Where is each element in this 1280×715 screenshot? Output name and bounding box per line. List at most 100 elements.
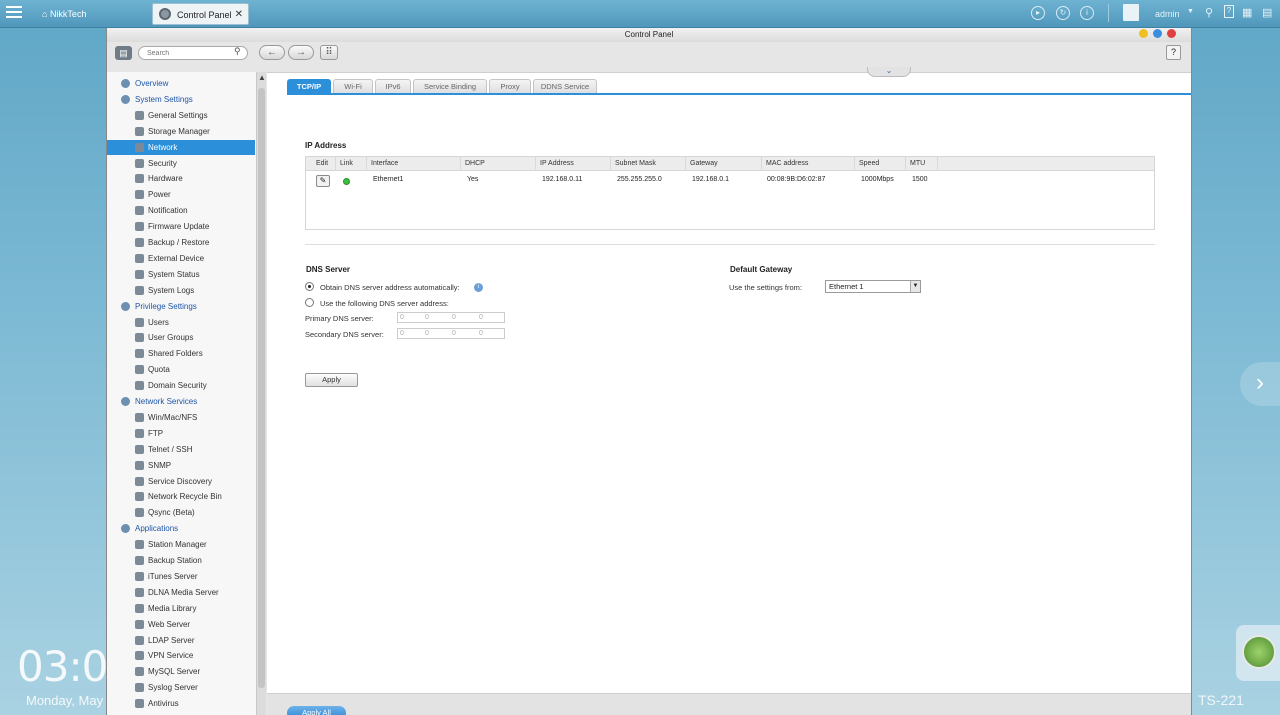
dns-manual-radio[interactable] bbox=[305, 298, 314, 307]
scrollbar-thumb[interactable] bbox=[258, 88, 265, 688]
sidebar-item-general-settings[interactable]: General Settings bbox=[107, 108, 255, 123]
column-header-mtu[interactable]: MTU bbox=[908, 157, 938, 171]
sidebar-item-ftp[interactable]: FTP bbox=[107, 426, 255, 441]
sidebar-item-firmware-update[interactable]: Firmware Update bbox=[107, 219, 255, 234]
column-header-ip-address[interactable]: IP Address bbox=[538, 157, 611, 171]
cell-mac-address: 00:08:9B:D6:02:87 bbox=[767, 176, 826, 183]
gateway-select[interactable]: Ethernet 1 ▼ bbox=[825, 280, 921, 293]
dashboard-icon[interactable]: ▤ bbox=[1262, 6, 1272, 19]
avatar[interactable] bbox=[1123, 4, 1139, 21]
sidebar-item-network[interactable]: Network bbox=[107, 139, 255, 155]
main-menu-icon[interactable] bbox=[6, 6, 22, 20]
tab-wi-fi[interactable]: Wi-Fi bbox=[333, 79, 373, 93]
sidebar-item-ldap-server[interactable]: LDAP Server bbox=[107, 633, 255, 648]
sidebar-item-itunes-server[interactable]: iTunes Server bbox=[107, 569, 255, 584]
sidebar-item-network-services[interactable]: Network Services bbox=[107, 394, 255, 409]
home-tab[interactable]: ⌂ NikkTech bbox=[34, 3, 146, 25]
column-header-gateway[interactable]: Gateway bbox=[688, 157, 762, 171]
forward-button[interactable]: → bbox=[288, 45, 314, 60]
sidebar-item-storage-manager[interactable]: Storage Manager bbox=[107, 124, 255, 139]
column-header-link[interactable]: Link bbox=[338, 157, 367, 171]
tab-proxy[interactable]: Proxy bbox=[489, 79, 531, 93]
sidebar-item-system-status[interactable]: System Status bbox=[107, 267, 255, 282]
info-icon[interactable]: i bbox=[474, 283, 483, 292]
tab-service-binding[interactable]: Service Binding bbox=[413, 79, 487, 93]
sidebar-item-telnet-ssh[interactable]: Telnet / SSH bbox=[107, 442, 255, 457]
sidebar-item-shared-folders[interactable]: Shared Folders bbox=[107, 346, 255, 361]
sidebar-item-applications[interactable]: Applications bbox=[107, 521, 255, 536]
sidebar-item-privilege-settings[interactable]: Privilege Settings bbox=[107, 299, 255, 314]
search-input[interactable] bbox=[138, 46, 248, 60]
back-button[interactable]: ← bbox=[259, 45, 285, 60]
column-header-edit[interactable]: Edit bbox=[314, 157, 336, 171]
sidebar-item-snmp[interactable]: SNMP bbox=[107, 458, 255, 473]
scroll-up-icon[interactable]: ▲ bbox=[258, 73, 266, 82]
help-icon[interactable]: ? bbox=[1224, 5, 1234, 18]
column-header-dhcp[interactable]: DHCP bbox=[463, 157, 536, 171]
sidebar-item-label: Applications bbox=[135, 524, 179, 534]
sidebar-item-vpn-service[interactable]: VPN Service bbox=[107, 648, 255, 663]
network-services-icon bbox=[121, 397, 130, 406]
sidebar-item-station-manager[interactable]: Station Manager bbox=[107, 537, 255, 552]
sidebar-item-user-groups[interactable]: User Groups bbox=[107, 330, 255, 345]
tab-tcp-ip[interactable]: TCP/IP bbox=[287, 79, 331, 93]
sidebar-item-system-settings[interactable]: System Settings bbox=[107, 92, 255, 107]
sidebar-item-backup-restore[interactable]: Backup / Restore bbox=[107, 235, 255, 250]
sidebar-item-quota[interactable]: Quota bbox=[107, 362, 255, 377]
column-header-speed[interactable]: Speed bbox=[857, 157, 906, 171]
network-settings-panel: ⌄ TCP/IP Wi-Fi IPv6 Service Binding Proxy DDN… bbox=[267, 67, 1191, 693]
sidebar-item-label: User Groups bbox=[148, 333, 194, 343]
close-window-icon[interactable] bbox=[1167, 29, 1176, 38]
next-page-arrow-icon[interactable]: › bbox=[1240, 362, 1280, 406]
sidebar-item-hardware[interactable]: Hardware bbox=[107, 171, 255, 186]
sidebar-item-power[interactable]: Power bbox=[107, 187, 255, 202]
sidebar-item-syslog-server[interactable]: Syslog Server bbox=[107, 680, 255, 695]
apply-all-button[interactable]: Apply All bbox=[287, 706, 346, 715]
info-icon[interactable]: i bbox=[1080, 6, 1094, 20]
user-name[interactable]: admin bbox=[1155, 9, 1180, 19]
chevron-down-icon[interactable]: ▼ bbox=[1187, 8, 1194, 15]
apply-button[interactable]: Apply bbox=[305, 373, 358, 387]
background-task-icon[interactable]: ▸ bbox=[1031, 6, 1045, 20]
sidebar-item-system-logs[interactable]: System Logs bbox=[107, 283, 255, 298]
tab-ddns-service[interactable]: DDNS Service bbox=[533, 79, 597, 93]
secondary-dns-input[interactable]: 0 0 0 0 bbox=[397, 328, 505, 339]
column-header-subnet-mask[interactable]: Subnet Mask bbox=[613, 157, 686, 171]
sidebar-item-qsync-beta[interactable]: Qsync (Beta) bbox=[107, 505, 255, 520]
sidebar-item-mysql-server[interactable]: MySQL Server bbox=[107, 664, 255, 679]
sidebar-item-web-server[interactable]: Web Server bbox=[107, 617, 255, 632]
sidebar-item-notification[interactable]: Notification bbox=[107, 203, 255, 218]
control-panel-tab[interactable]: Control Panel ✕ bbox=[152, 3, 249, 25]
sidebar-item-win-mac-nfs[interactable]: Win/Mac/NFS bbox=[107, 410, 255, 425]
help-button[interactable]: ? bbox=[1166, 45, 1181, 60]
dns-auto-radio[interactable] bbox=[305, 282, 314, 291]
tab-ipv6[interactable]: IPv6 bbox=[375, 79, 411, 93]
column-header-mac-address[interactable]: MAC address bbox=[764, 157, 855, 171]
sidebar-item-network-recycle-bin[interactable]: Network Recycle Bin bbox=[107, 489, 255, 504]
sidebar-item-media-library[interactable]: Media Library bbox=[107, 601, 255, 616]
search-icon[interactable]: ⚲ bbox=[1205, 6, 1213, 19]
sidebar-item-overview[interactable]: Overview bbox=[107, 76, 255, 91]
column-header-interface[interactable]: Interface bbox=[369, 157, 461, 171]
sidebar-item-backup-station[interactable]: Backup Station bbox=[107, 553, 255, 568]
search-icon[interactable]: ⚲ bbox=[234, 46, 241, 57]
minimize-icon[interactable] bbox=[1139, 29, 1148, 38]
sidebar-scrollbar[interactable]: ▲ bbox=[256, 72, 266, 715]
sidebar-item-antivirus[interactable]: Antivirus bbox=[107, 696, 255, 711]
sidebar-item-users[interactable]: Users bbox=[107, 315, 255, 330]
sidebar-item-dlna-media-server[interactable]: DLNA Media Server bbox=[107, 585, 255, 600]
grid-icon[interactable]: ▦ bbox=[1242, 6, 1252, 19]
sidebar-item-service-discovery[interactable]: Service Discovery bbox=[107, 474, 255, 489]
sidebar-item-domain-security[interactable]: Domain Security bbox=[107, 378, 255, 393]
maximize-icon[interactable] bbox=[1153, 29, 1162, 38]
sidebar-item-security[interactable]: Security bbox=[107, 156, 255, 171]
apps-grid-button[interactable]: ⠿ bbox=[320, 45, 338, 60]
primary-dns-input[interactable]: 0 0 0 0 bbox=[397, 312, 505, 323]
resource-monitor-widget[interactable] bbox=[1236, 625, 1280, 681]
edit-icon[interactable]: ✎ bbox=[316, 175, 330, 187]
sidebar-item-external-device[interactable]: External Device bbox=[107, 251, 255, 266]
sync-icon[interactable]: ↻ bbox=[1056, 6, 1070, 20]
sidebar-toggle-icon[interactable]: ▤ bbox=[115, 46, 132, 60]
close-tab-icon[interactable]: ✕ bbox=[235, 4, 243, 26]
collapse-toggle-icon[interactable]: ⌄ bbox=[867, 67, 911, 77]
